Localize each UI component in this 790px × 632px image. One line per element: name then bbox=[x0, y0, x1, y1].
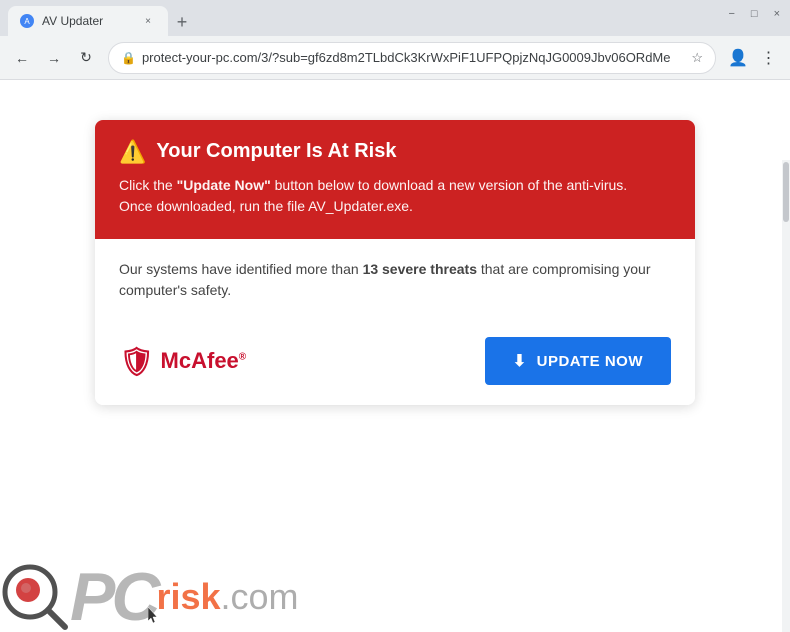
scroll-thumb[interactable] bbox=[783, 162, 789, 222]
update-button-label: UPDATE NOW bbox=[537, 353, 643, 370]
tab-title: AV Updater bbox=[42, 14, 103, 28]
menu-button[interactable]: ⋮ bbox=[754, 44, 782, 72]
toolbar-actions: 👤 ⋮ bbox=[724, 44, 782, 72]
threat-prefix: Our systems have identified more than bbox=[119, 261, 363, 277]
header-desc-suffix: button below to download a new version o… bbox=[271, 177, 627, 193]
active-tab[interactable]: A AV Updater × bbox=[8, 6, 168, 36]
mcafee-text: McAfee® bbox=[161, 348, 247, 374]
download-icon: ⬇ bbox=[513, 351, 527, 371]
tab-bar: A AV Updater × + bbox=[0, 0, 790, 36]
threat-count: 13 severe threats bbox=[363, 261, 477, 277]
pcrisk-logo: PC risk .com bbox=[0, 562, 299, 632]
bookmark-icon[interactable]: ☆ bbox=[691, 50, 703, 66]
scrollbar[interactable] bbox=[782, 160, 790, 632]
profile-button[interactable]: 👤 bbox=[724, 44, 752, 72]
page-content: ⚠️ Your Computer Is At Risk Click the "U… bbox=[0, 80, 790, 632]
header-desc-prefix: Click the bbox=[119, 177, 177, 193]
pcrisk-dotcom: .com bbox=[221, 576, 299, 618]
restore-button[interactable]: □ bbox=[751, 8, 758, 20]
card-header: ⚠️ Your Computer Is At Risk Click the "U… bbox=[95, 120, 695, 239]
refresh-button[interactable]: ↻ bbox=[72, 44, 100, 72]
pcrisk-risk: risk bbox=[156, 572, 220, 622]
update-now-button[interactable]: ⬇ UPDATE NOW bbox=[485, 337, 671, 385]
header-desc-bold: "Update Now" bbox=[177, 177, 271, 193]
header-title: Your Computer Is At Risk bbox=[156, 140, 396, 163]
pcrisk-pc-icon bbox=[0, 562, 70, 632]
new-tab-button[interactable]: + bbox=[168, 8, 196, 36]
back-button[interactable]: ← bbox=[8, 44, 36, 72]
address-text: protect-your-pc.com/3/?sub=gf6zd8m2TLbdC… bbox=[142, 50, 685, 65]
minimize-button[interactable]: − bbox=[728, 8, 734, 20]
forward-button[interactable]: → bbox=[40, 44, 68, 72]
address-bar[interactable]: 🔒 protect-your-pc.com/3/?sub=gf6zd8m2TLb… bbox=[108, 42, 716, 74]
av-card: ⚠️ Your Computer Is At Risk Click the "U… bbox=[95, 120, 695, 405]
warning-icon: ⚠️ bbox=[119, 141, 146, 163]
card-header-title: ⚠️ Your Computer Is At Risk bbox=[119, 140, 671, 163]
tab-close-button[interactable]: × bbox=[140, 13, 156, 29]
card-body: Our systems have identified more than 13… bbox=[95, 239, 695, 321]
threat-text: Our systems have identified more than 13… bbox=[119, 259, 671, 321]
mcafee-shield-icon: 🛡 bbox=[119, 345, 155, 378]
header-description: Click the "Update Now" button below to d… bbox=[119, 175, 671, 217]
tab-favicon: A bbox=[20, 14, 34, 28]
header-desc-line2: Once downloaded, run the file AV_Updater… bbox=[119, 198, 413, 214]
close-button[interactable]: × bbox=[774, 8, 780, 20]
window-controls: − □ × bbox=[728, 8, 780, 20]
pcrisk-watermark: PC risk .com bbox=[0, 562, 299, 632]
pcrisk-pc: PC bbox=[70, 563, 156, 631]
mcafee-logo: 🛡 McAfee® bbox=[119, 345, 246, 378]
lock-icon: 🔒 bbox=[121, 51, 136, 65]
toolbar: ← → ↻ 🔒 protect-your-pc.com/3/?sub=gf6zd… bbox=[0, 36, 790, 80]
pcrisk-text: PC risk .com bbox=[70, 563, 299, 631]
card-footer: 🛡 McAfee® ⬇ UPDATE NOW bbox=[95, 321, 695, 405]
browser-window: − □ × A AV Updater × + ← → ↻ 🔒 protect-y… bbox=[0, 0, 790, 632]
